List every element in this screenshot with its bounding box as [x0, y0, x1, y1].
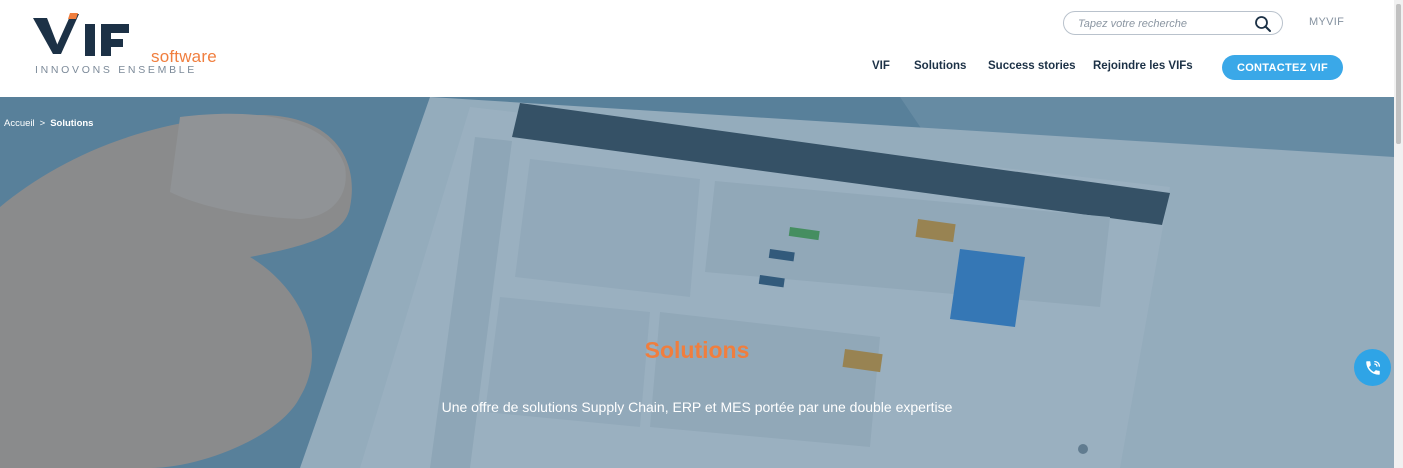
breadcrumb-separator: > [39, 118, 46, 129]
vif-software-logo[interactable]: software INNOVONS ENSEMBLE [33, 10, 217, 80]
nav-solutions[interactable]: Solutions [914, 60, 966, 76]
page-scrollbar[interactable] [1394, 0, 1403, 468]
page-subtitle: Une offre de solutions Supply Chain, ERP… [441, 399, 953, 415]
contactez-vif-button[interactable]: CONTACTEZ VIF [1222, 55, 1343, 80]
nav-vif[interactable]: VIF [872, 60, 890, 76]
breadcrumb-current: Solutions [50, 118, 94, 129]
logo-tagline: INNOVONS ENSEMBLE [35, 64, 198, 76]
search-icon[interactable] [1254, 15, 1272, 33]
site-header: software INNOVONS ENSEMBLE MYVIF VIF Sol… [0, 0, 1394, 97]
call-button[interactable] [1354, 349, 1391, 386]
phone-icon [1365, 360, 1380, 375]
breadcrumb: Accueil > Solutions [4, 118, 93, 129]
hero-banner: Accueil > Solutions Solutions Une offre de… [0, 97, 1394, 468]
page-title: Solutions [644, 337, 750, 363]
myvif-link[interactable]: MYVIF [1309, 16, 1344, 28]
nav-rejoindre-les-vifs[interactable]: Rejoindre les VIFs [1093, 60, 1193, 76]
search-box [1063, 11, 1283, 35]
nav-success-stories[interactable]: Success stories [988, 60, 1076, 76]
scrollbar-thumb[interactable] [1396, 4, 1401, 144]
breadcrumb-home-link[interactable]: Accueil [4, 118, 35, 129]
search-input[interactable] [1078, 15, 1238, 33]
